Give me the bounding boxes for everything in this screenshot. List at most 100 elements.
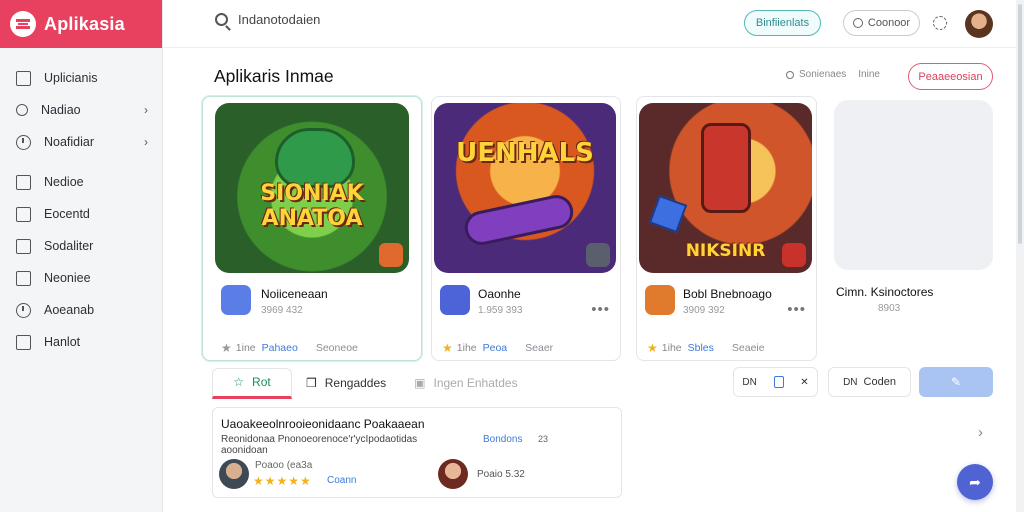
tab-rengaddes[interactable]: ❒ Rengaddes	[292, 368, 400, 399]
edit-icon: ✎	[950, 375, 962, 389]
sidebar-item-label: Eocentd	[44, 207, 90, 221]
app-name[interactable]: Cimn. Ksinoctores	[836, 285, 933, 299]
sidebar-item-0[interactable]: Uplicianis	[0, 62, 162, 94]
app-link[interactable]: Sbles	[688, 342, 714, 354]
sidebar-item-3[interactable]: Nedioe	[0, 166, 162, 198]
sidebar-item-7[interactable]: Aoeanab	[0, 294, 162, 326]
document-icon	[16, 270, 31, 286]
tab-label: Rot	[252, 375, 271, 389]
chevron-right-icon[interactable]: ›	[978, 424, 983, 441]
app-card[interactable]: NIKSINR Bobl Bnebnoago 3909 392 ••• ★ 1i…	[636, 96, 817, 361]
search-icon	[852, 18, 863, 28]
app-artwork[interactable]: SIONIAK ANATOA	[215, 103, 409, 273]
artwork-cannon	[461, 191, 577, 249]
artwork-title: UENHALS	[456, 138, 594, 168]
app-rating: 1ine	[235, 342, 256, 354]
app-artwork[interactable]: UENHALS	[434, 103, 616, 273]
user-avatar[interactable]	[965, 10, 993, 38]
artwork-title: SIONIAK ANATOA	[260, 181, 364, 231]
sidebar-item-6[interactable]: Neoniee	[0, 262, 162, 294]
scrollbar-thumb[interactable]	[1018, 4, 1022, 244]
cube-icon: ❒	[306, 376, 317, 390]
settings-icon[interactable]	[933, 16, 947, 30]
sidebar-item-2[interactable]: Noafidiar ›	[0, 126, 162, 158]
edit-button[interactable]: ✎	[919, 367, 993, 397]
app-name[interactable]: Noiiceneaan	[261, 287, 328, 301]
search-icon	[16, 104, 28, 116]
app-tag: Seaer	[525, 342, 554, 354]
sidebar-item-4[interactable]: Eocentd	[0, 198, 162, 230]
view-tools: DN ✕	[733, 367, 818, 397]
artwork-badge	[379, 243, 403, 267]
tools-label[interactable]: DN	[742, 377, 756, 388]
filter-option-2[interactable]: Inine	[858, 69, 880, 80]
grid-icon	[16, 70, 31, 86]
app-meta: ★ 1ihe Peoa Seaer	[442, 341, 553, 355]
artwork-badge	[782, 243, 806, 267]
app-icon	[440, 285, 470, 315]
artwork-badge	[586, 243, 610, 267]
sidebar-item-label: Nedioe	[44, 175, 84, 189]
more-options-icon[interactable]: •••	[591, 301, 610, 318]
app-rating: 1ihe	[456, 342, 477, 354]
filters: Sonienaes Inine	[786, 69, 880, 80]
search-bar[interactable]: Indanotodaien	[215, 12, 320, 27]
avatar[interactable]	[219, 459, 249, 489]
tab-bar: ☆ Rot ❒ Rengaddes ▣ Ingen Enhatdes	[212, 367, 532, 399]
chevron-right-icon: ›	[144, 135, 148, 149]
app-artwork[interactable]: NIKSINR	[639, 103, 812, 273]
code-button[interactable]: DN Coden	[828, 367, 911, 397]
close-icon[interactable]: ✕	[800, 377, 808, 388]
tab-label: Rengaddes	[324, 376, 387, 390]
search-icon	[215, 13, 228, 26]
app-name[interactable]: Bobl Bnebnoago	[683, 287, 772, 301]
app-name[interactable]: Oaonhe	[478, 287, 521, 301]
store-icon	[16, 174, 31, 190]
star-rating: ★★★★★	[253, 474, 312, 488]
app-card[interactable]: UENHALS Oaonhe 1.959 393 ••• ★ 1ihe Peoa…	[431, 96, 621, 361]
brand-header[interactable]: Aplikasia	[0, 0, 162, 48]
review-link[interactable]: Bondons	[483, 434, 522, 445]
star-icon: ★	[221, 341, 232, 355]
more-options-icon[interactable]: •••	[787, 301, 806, 318]
app-window: Aplikasia Uplicianis Nadiao › Noafidiar › …	[0, 0, 1024, 512]
phone-icon[interactable]	[773, 376, 784, 388]
teal-pill-button[interactable]: Binfiienlats	[744, 10, 821, 36]
sidebar-item-label: Noafidiar	[44, 135, 95, 149]
sidebar-item-label: Neoniee	[44, 271, 91, 285]
top-bar: Indanotodaien Binfiienlats Coonoor	[163, 0, 1024, 48]
clock-icon	[16, 302, 31, 318]
app-link[interactable]: Peoa	[483, 342, 508, 354]
artwork-character	[701, 123, 751, 213]
sidebar-item-label: Uplicianis	[44, 71, 98, 85]
nav-divider	[0, 158, 162, 166]
sidebar-item-8[interactable]: Hanlot	[0, 326, 162, 358]
app-card-placeholder[interactable]	[834, 100, 993, 270]
avatar[interactable]	[438, 459, 468, 489]
grey-pill-label: Coonoor	[867, 17, 911, 29]
section-title: Aplikaris Inmae	[214, 66, 334, 86]
app-size: 3909 392	[683, 305, 725, 316]
action-pill-button[interactable]: Peaaeeosian	[908, 63, 993, 90]
scrollbar[interactable]	[1016, 0, 1024, 512]
review-text: Reonidonaa Pnonoeorenoce'r'ycIpodaotidas	[221, 434, 418, 445]
tab-rot[interactable]: ☆ Rot	[212, 367, 292, 399]
sidebar-item-5[interactable]: Sodaliter	[0, 230, 162, 262]
code-button-label: Coden	[863, 376, 896, 388]
app-size: 1.959 393	[478, 305, 523, 316]
tab-ingen-enhatdes[interactable]: ▣ Ingen Enhatdes	[400, 368, 531, 399]
app-rating: 1ihe	[661, 342, 682, 354]
filter-option-1[interactable]: Sonienaes	[799, 69, 846, 80]
sidebar-item-1[interactable]: Nadiao ›	[0, 94, 162, 126]
app-icon	[645, 285, 675, 315]
chart-icon	[16, 334, 31, 350]
app-card[interactable]: SIONIAK ANATOA Noiiceneaan 3969 432 ★ 1i…	[202, 96, 422, 361]
app-link[interactable]: Pahaeo	[262, 342, 298, 354]
sidebar-item-label: Hanlot	[44, 335, 81, 349]
sidebar-item-label: Sodaliter	[44, 239, 94, 253]
reviewer-link[interactable]: Coann	[327, 475, 356, 486]
review-text-2: aoonidoan	[221, 445, 268, 456]
chevron-right-icon: ›	[144, 103, 148, 117]
floating-action-button[interactable]: ➦	[957, 464, 993, 500]
grey-pill-button[interactable]: Coonoor	[843, 10, 920, 36]
